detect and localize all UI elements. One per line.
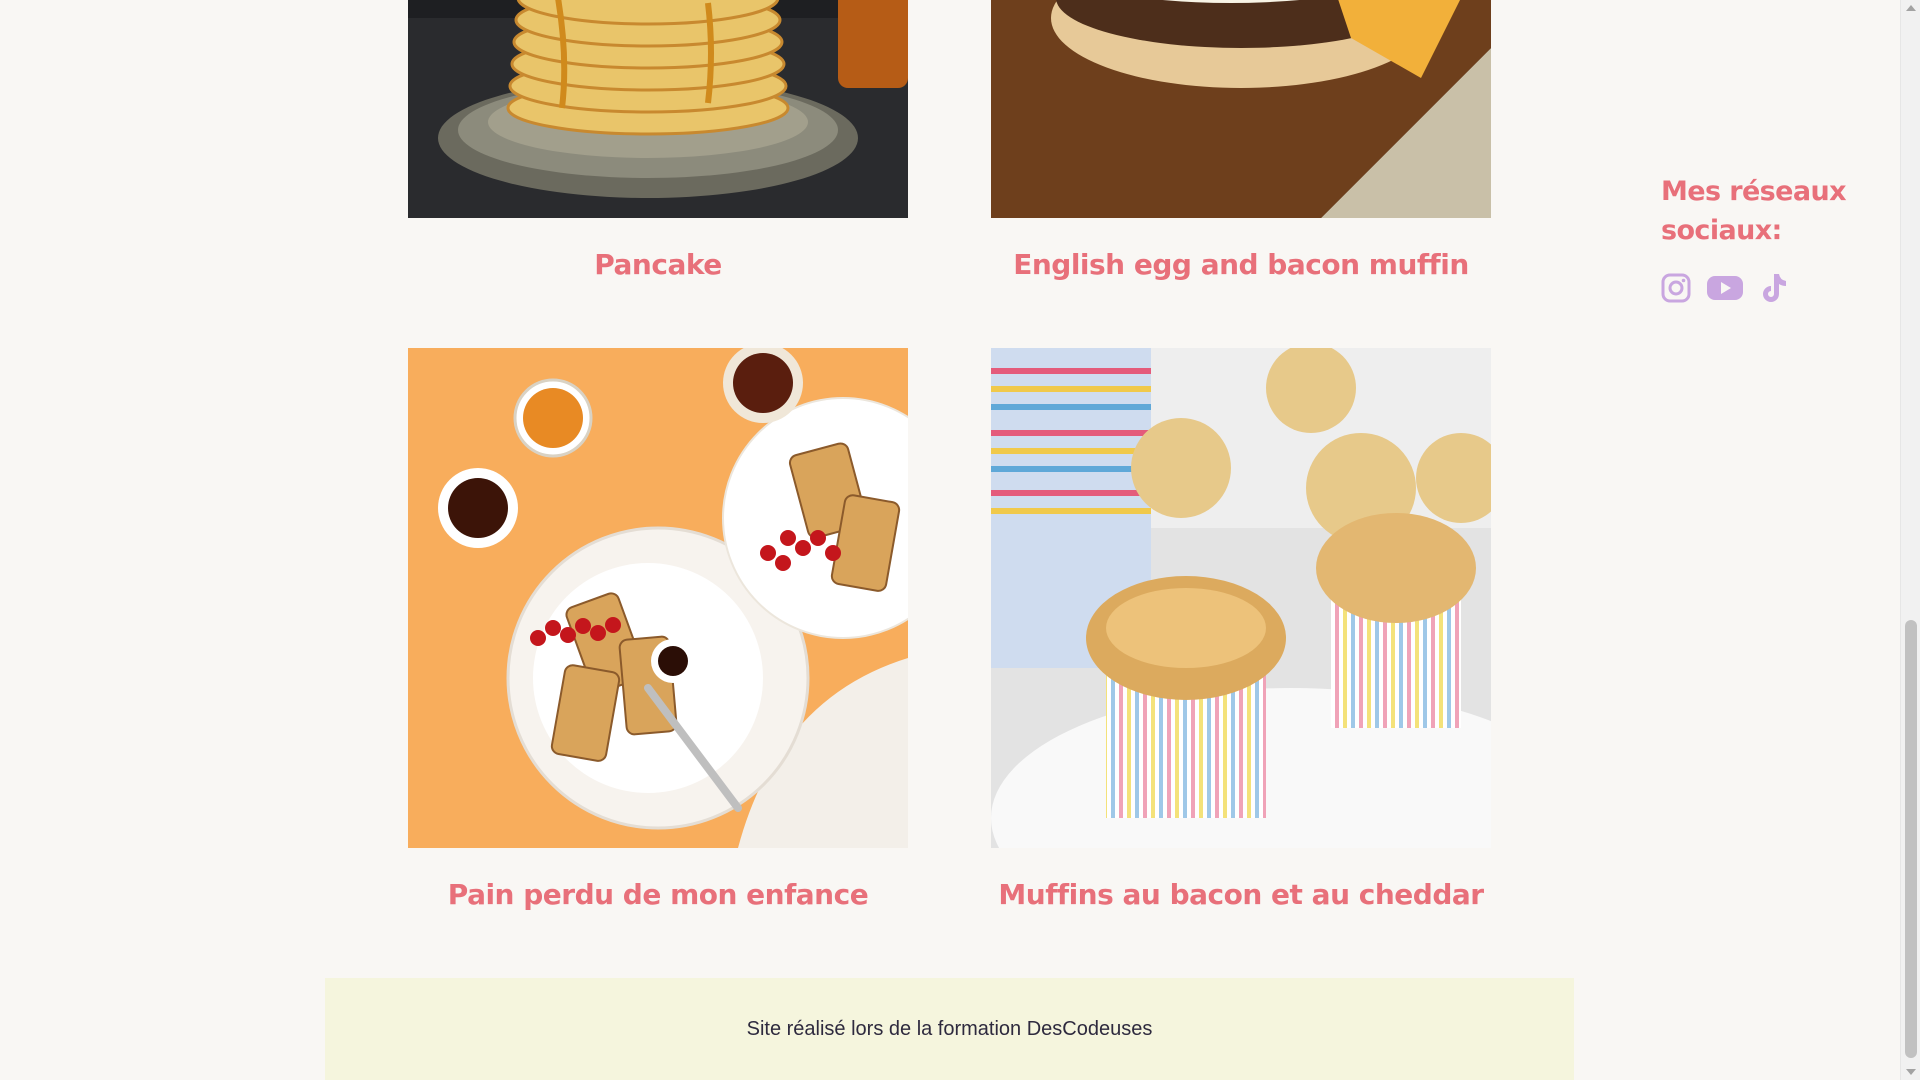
recipe-card-pain-perdu[interactable]: Pain perdu de mon enfance (408, 348, 908, 911)
footer: Site réalisé lors de la formation DesCod… (325, 978, 1574, 1080)
recipe-title-pancake[interactable]: Pancake (408, 248, 908, 281)
social-title: Mes réseaux sociaux: (1661, 176, 1847, 246)
social-sidebar: Mes réseaux sociaux: (1661, 172, 1861, 304)
tiktok-icon[interactable] (1759, 272, 1789, 304)
cheddar-muffins-image[interactable] (991, 348, 1491, 848)
recipe-card-pancake[interactable]: Pancake (408, 0, 908, 281)
footer-text: Site réalisé lors de la formation DesCod… (746, 1018, 1153, 1040)
pain-perdu-image[interactable] (408, 348, 908, 848)
pancake-image[interactable] (408, 0, 908, 218)
recipe-title-cheddar-muffins[interactable]: Muffins au bacon et au cheddar (991, 878, 1491, 911)
scrollbar-thumb[interactable] (1905, 620, 1917, 1058)
scroll-down-icon[interactable] (1906, 1069, 1916, 1075)
social-icons (1661, 272, 1861, 304)
instagram-icon[interactable] (1661, 273, 1691, 303)
vertical-scrollbar[interactable] (1900, 0, 1920, 1080)
recipe-card-egg-muffin[interactable]: English egg and bacon muffin (991, 0, 1491, 281)
recipe-title-egg-muffin[interactable]: English egg and bacon muffin (991, 248, 1491, 281)
egg-muffin-image[interactable] (991, 0, 1491, 218)
youtube-icon[interactable] (1707, 274, 1743, 302)
recipe-title-pain-perdu[interactable]: Pain perdu de mon enfance (408, 878, 908, 911)
recipe-card-cheddar-muffins[interactable]: Muffins au bacon et au cheddar (991, 348, 1491, 911)
scroll-up-icon[interactable] (1906, 5, 1916, 11)
